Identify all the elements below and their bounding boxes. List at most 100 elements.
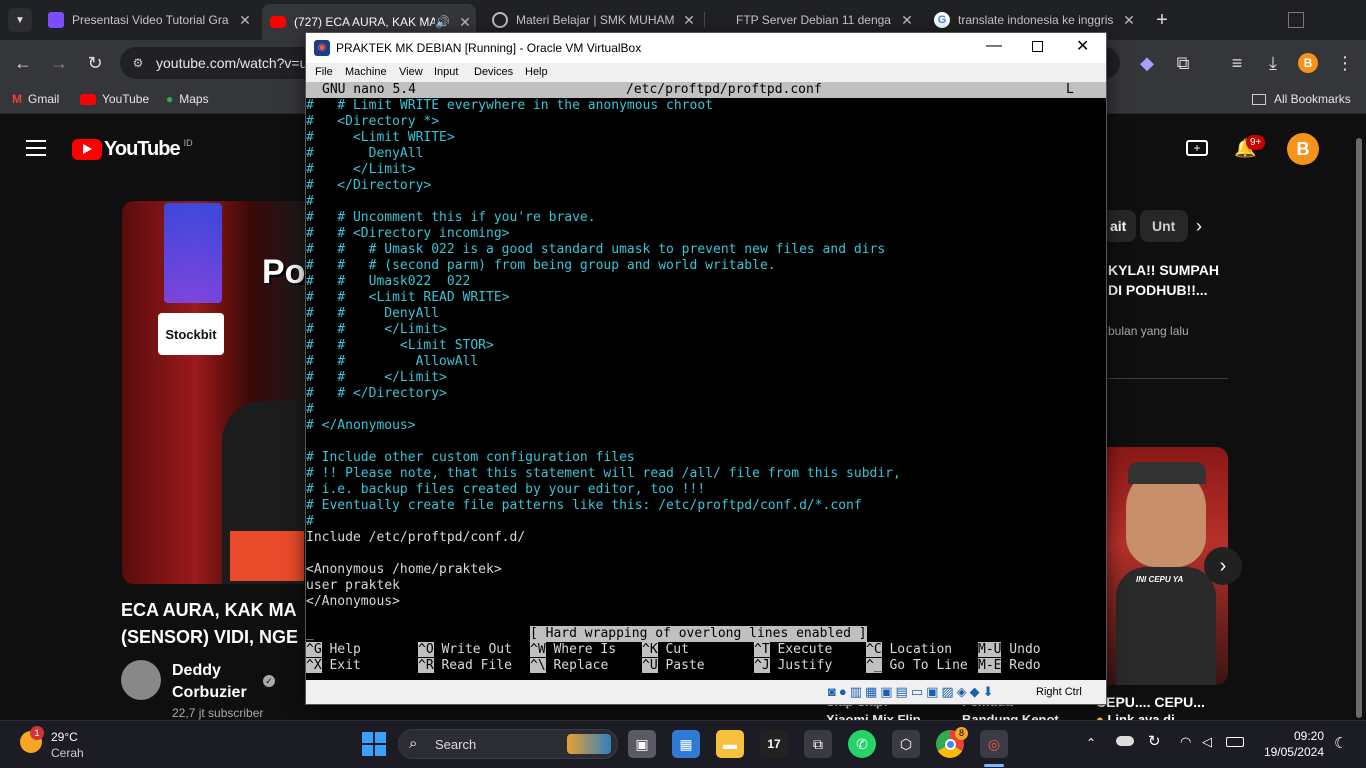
nano-text-line[interactable]: # # # (second parm) from being group and…	[306, 258, 776, 274]
recommended-title-line-1[interactable]: KYLA!! SUMPAH	[1108, 262, 1219, 278]
video-player[interactable]: Stockbit Po	[122, 201, 306, 584]
nano-text-line[interactable]: # DenyAll	[306, 146, 423, 162]
nano-text-line[interactable]: # # AllowAll	[306, 354, 478, 370]
remote-desktop-icon[interactable]: ⧉	[804, 730, 832, 758]
nano-text-line[interactable]: # <Limit WRITE>	[306, 130, 455, 146]
nano-text-line[interactable]: # </Anonymous>	[306, 418, 416, 434]
nano-text-line[interactable]: # # Umask022 022	[306, 274, 470, 290]
clock-time[interactable]: 09:20	[1272, 729, 1324, 743]
puzzle-extensions-icon[interactable]: ⧉	[1168, 48, 1198, 78]
nano-text-line[interactable]: </Anonymous>	[306, 594, 400, 610]
recommended-title[interactable]: CEPU.... CEPU...	[1096, 694, 1205, 710]
short-title-1b[interactable]: Xiaomi Mix Flip	[826, 712, 921, 720]
cloud-icon[interactable]	[1116, 736, 1134, 746]
speaker-icon[interactable]: 🔊	[435, 15, 450, 29]
volume-icon[interactable]: ◁	[1202, 734, 1212, 750]
url-text[interactable]: youtube.com/watch?v=u	[156, 55, 307, 71]
tab-presentasi[interactable]: Presentasi Video Tutorial Gra ✕	[40, 6, 256, 34]
file-explorer-icon[interactable]: ▬	[716, 730, 744, 758]
nano-text-line[interactable]: # Include other custom configuration fil…	[306, 450, 635, 466]
nano-text-line[interactable]: # # DenyAll	[306, 306, 439, 322]
tab-search-chevron-icon[interactable]: ▼	[8, 8, 32, 32]
nano-text-line[interactable]: # # </Limit>	[306, 370, 447, 386]
bookmark-maps[interactable]: ● Maps	[166, 92, 209, 106]
vm-device-status-icons[interactable]: ◙●▥▦▣▤▭▣▨◈◆⬇	[828, 684, 997, 700]
nano-text-line[interactable]: _	[306, 626, 314, 642]
nano-text-line[interactable]: # # <Limit READ WRITE>	[306, 290, 510, 306]
new-tab-button[interactable]: +	[1150, 8, 1174, 32]
close-icon[interactable]: ✕	[234, 12, 256, 29]
channel-name-line-2[interactable]: Corbuzier	[172, 684, 247, 702]
hamburger-menu-icon[interactable]	[26, 140, 46, 156]
nano-text-line[interactable]: # <Directory *>	[306, 114, 439, 130]
menu-view[interactable]: View	[399, 66, 423, 78]
menu-machine[interactable]: Machine	[345, 66, 387, 78]
nano-text-line[interactable]: <Anonymous /home/praktek>	[306, 562, 502, 578]
nano-text-line[interactable]: # # </Directory>	[306, 386, 447, 402]
maximize-icon[interactable]	[1032, 41, 1043, 52]
nano-text-line[interactable]: #	[306, 194, 314, 210]
tradingview-icon[interactable]: 17	[760, 730, 788, 758]
nano-text-line[interactable]: # # </Limit>	[306, 322, 447, 338]
close-icon[interactable]: ✕	[1076, 36, 1089, 56]
filter-chip[interactable]: Unt	[1140, 210, 1188, 242]
nano-text-line[interactable]: # </Directory>	[306, 178, 431, 194]
virtualbox-taskbar-icon[interactable]: ⬡	[892, 730, 920, 758]
nano-text-line[interactable]: # # Limit WRITE everywhere in the anonym…	[306, 98, 713, 114]
media-controls-icon[interactable]: ≡	[1222, 48, 1252, 78]
nano-text-line[interactable]: user praktek	[306, 578, 400, 594]
whatsapp-icon[interactable]: ✆	[848, 730, 876, 758]
forward-arrow-icon[interactable]: →	[44, 48, 74, 78]
tab-translate[interactable]: G translate indonesia ke inggris ✕	[926, 6, 1140, 34]
reload-icon[interactable]: ↻	[80, 48, 110, 78]
channel-avatar[interactable]	[121, 660, 161, 700]
all-bookmarks-folder[interactable]: All Bookmarks	[1252, 92, 1351, 106]
minimize-icon[interactable]: —	[986, 37, 1002, 55]
nano-text-line[interactable]: #	[306, 402, 314, 418]
nano-text-line[interactable]: #	[306, 514, 314, 530]
battery-icon[interactable]	[1226, 737, 1244, 747]
youtube-logo[interactable]: YouTube ID	[72, 138, 193, 161]
wifi-icon[interactable]: ◠	[1180, 734, 1191, 750]
page-scrollbar[interactable]	[1354, 138, 1364, 718]
windows-start-icon[interactable]	[362, 732, 386, 756]
close-icon[interactable]: ✕	[678, 12, 700, 29]
bookmark-gmail[interactable]: M Gmail	[12, 92, 59, 106]
restore-window-icon[interactable]	[1288, 12, 1304, 28]
control-panel-icon[interactable]: ▦	[672, 730, 700, 758]
recommended-title-line-2[interactable]: DI PODHUB!!...	[1108, 282, 1208, 298]
menu-help[interactable]: Help	[525, 66, 548, 78]
nano-text-line[interactable]: # !! Please note, that this statement wi…	[306, 466, 901, 482]
close-icon[interactable]: ✕	[454, 14, 476, 31]
sync-icon[interactable]: ↻	[1148, 732, 1161, 750]
nano-text-line[interactable]: Include /etc/proftpd/conf.d/	[306, 530, 525, 546]
short-title-2b[interactable]: Bandung Kenot	[962, 712, 1059, 720]
channel-name-line-1[interactable]: Deddy	[172, 662, 221, 680]
virtualbox-vm-running-icon[interactable]: ◎	[980, 730, 1008, 758]
menu-devices[interactable]: Devices	[474, 66, 513, 78]
back-arrow-icon[interactable]: ←	[8, 48, 38, 78]
clock-date[interactable]: 19/05/2024	[1250, 745, 1324, 759]
carousel-next-button[interactable]: ›	[1204, 547, 1242, 585]
bookmark-youtube[interactable]: YouTube	[80, 92, 149, 106]
gamepad-extension-icon[interactable]: ◆	[1132, 48, 1162, 78]
weather-temperature[interactable]: 29°C	[51, 730, 78, 744]
tab-ftp-server[interactable]: FTP Server Debian 11 denga ✕	[712, 6, 918, 34]
site-info-icon[interactable]: ⚙	[128, 53, 148, 73]
notification-center-icon[interactable]: ☾	[1334, 734, 1347, 752]
create-video-icon[interactable]: +	[1186, 140, 1208, 156]
nano-text-line[interactable]: # Eventually create file patterns like t…	[306, 498, 862, 514]
close-icon[interactable]: ✕	[896, 12, 918, 29]
taskbar-search-box[interactable]: ⌕ Search	[398, 729, 618, 759]
terminal-screen[interactable]: # # Limit WRITE everywhere in the anonym…	[306, 82, 1106, 680]
profile-avatar[interactable]: B	[1298, 53, 1318, 73]
nano-text-line[interactable]: # </Limit>	[306, 162, 416, 178]
task-view-icon[interactable]: ▣	[628, 730, 656, 758]
chevron-right-icon[interactable]: ›	[1196, 216, 1202, 237]
kebab-menu-icon[interactable]: ⋮	[1330, 48, 1360, 78]
nano-text-line[interactable]: # i.e. backup files created by your edit…	[306, 482, 705, 498]
nano-text-line[interactable]: # # # Umask 022 is a good standard umask…	[306, 242, 885, 258]
nano-text-line[interactable]: # # <Limit STOR>	[306, 338, 494, 354]
account-avatar[interactable]: B	[1287, 133, 1319, 165]
download-icon[interactable]: ⤓	[1258, 48, 1288, 78]
